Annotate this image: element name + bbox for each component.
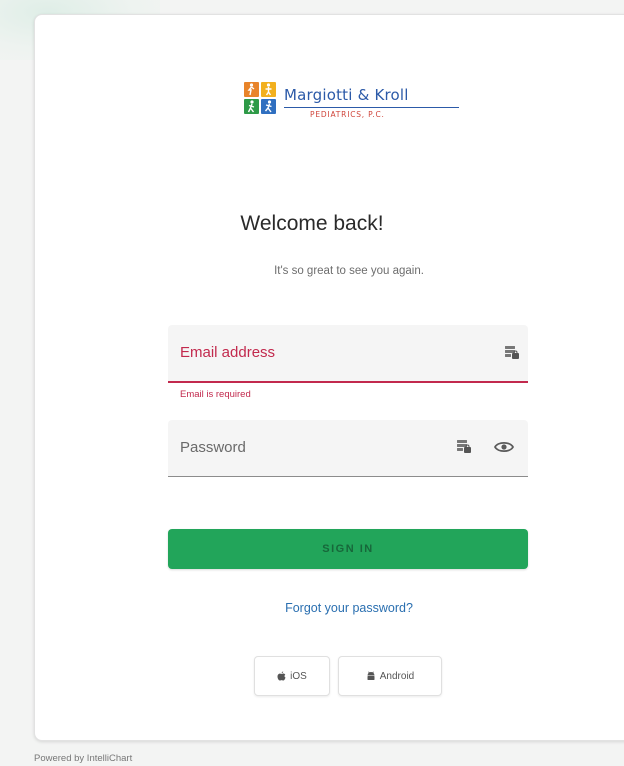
- practice-name: Margiotti & Kroll: [284, 86, 409, 104]
- logo-square-blue: [261, 99, 276, 114]
- android-label: Android: [379, 670, 415, 682]
- email-input[interactable]: [180, 341, 470, 363]
- powered-by-footer: Powered by IntelliChart: [34, 753, 133, 764]
- logo-square-green: [244, 99, 259, 114]
- password-manager-key-icon[interactable]: [504, 344, 520, 360]
- logo-square-yellow: [261, 82, 276, 97]
- practice-subtitle: PEDIATRICS, P.C.: [310, 110, 385, 119]
- android-app-button[interactable]: Android: [338, 656, 442, 696]
- page-subtitle: It's so great to see you again.: [274, 265, 424, 277]
- ios-label: iOS: [290, 670, 307, 682]
- ios-app-button[interactable]: iOS: [254, 656, 330, 696]
- logo-mark: [244, 82, 276, 114]
- eye-icon[interactable]: [493, 440, 515, 454]
- page-title: Welcome back!: [240, 212, 384, 235]
- sign-in-button[interactable]: SIGN IN: [168, 529, 528, 569]
- email-error-message: Email is required: [180, 389, 251, 400]
- practice-logo: Margiotti & Kroll PEDIATRICS, P.C.: [244, 82, 474, 132]
- password-input[interactable]: [180, 436, 470, 458]
- email-field[interactable]: [168, 325, 528, 383]
- android-icon: [366, 671, 376, 681]
- password-manager-key-icon[interactable]: [456, 438, 472, 454]
- apple-icon: [277, 671, 286, 681]
- forgot-password-link[interactable]: Forgot your password?: [0, 601, 624, 615]
- password-field[interactable]: [168, 420, 528, 477]
- logo-square-orange: [244, 82, 259, 97]
- logo-divider: [284, 107, 459, 108]
